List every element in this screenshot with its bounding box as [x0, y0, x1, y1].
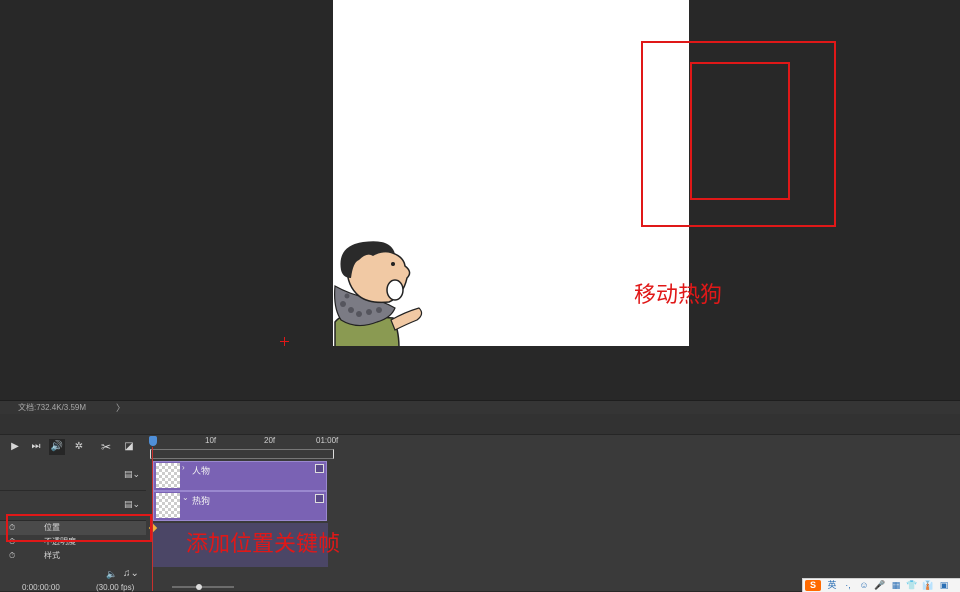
cartoon-character-image [334, 241, 423, 346]
crosshair-cursor-icon [280, 337, 289, 346]
clip-label-person: 人物 [192, 466, 211, 476]
clip-end-handle[interactable] [315, 494, 324, 503]
annotation-box-hotdog-target [690, 62, 790, 200]
ruler-tick-label: 20f [264, 436, 276, 445]
clip-person[interactable]: › 人物 [153, 461, 327, 491]
film-layer-icon[interactable]: ▤⌄ [124, 499, 140, 510]
play-icon[interactable]: ▶ [7, 439, 23, 455]
ime-menu-button[interactable]: ▣ [937, 580, 951, 591]
transition-icon[interactable]: ◪ [121, 439, 137, 455]
ruler-tick-label: 01:00f [316, 436, 339, 445]
chevron-right-icon[interactable]: › [182, 463, 185, 472]
ime-tools-button[interactable]: 👔 [921, 580, 935, 591]
ime-punct-button[interactable]: ·, [841, 580, 855, 591]
clip-end-handle[interactable] [315, 464, 324, 473]
ime-voice-button[interactable]: 🎤 [873, 580, 887, 591]
clip-hotdog[interactable]: ⌄ 热狗 [153, 491, 327, 521]
property-label: 样式 [44, 551, 60, 560]
playhead-handle[interactable] [149, 436, 157, 446]
timeline-controls: ▶ ⏭ 🔊 ✲ ✂ ◪ [0, 435, 146, 459]
layer-thumbnail [156, 463, 180, 488]
annotation-add-keyframe: 添加位置关键帧 [186, 532, 341, 557]
film-layer-icon[interactable]: ▤⌄ [124, 469, 140, 480]
sogou-logo-icon[interactable]: S [805, 580, 821, 591]
audio-mute-icon[interactable]: 🔊 [49, 439, 65, 455]
scissors-icon[interactable]: ✂ [98, 439, 114, 455]
clip-label-hotdog: 热狗 [192, 496, 211, 506]
status-bar: 文档:732.4K/3.59M 〉 [0, 400, 960, 415]
property-row-style[interactable]: ⏱ 样式 [0, 549, 146, 563]
annotation-move-hotdog: 移动热狗 [634, 283, 723, 308]
zoom-slider[interactable] [172, 586, 234, 588]
timeline-panel: ▶ ⏭ 🔊 ✲ ✂ ◪ 10f 20f 01:00f ▤⌄ › 人物 ▤⌄ ⌄ … [0, 414, 960, 592]
work-area-bar[interactable] [150, 449, 334, 459]
stopwatch-icon[interactable]: ⏱ [9, 549, 15, 563]
ime-lang-button[interactable]: 英 [825, 580, 839, 591]
audio-track-row: 🔈 ♫⌄ [0, 566, 146, 584]
ime-keyboard-button[interactable]: ▦ [889, 580, 903, 591]
status-menu-arrow-icon[interactable]: 〉 [116, 401, 125, 415]
document-size-info: 文档:732.4K/3.59M [18, 403, 87, 412]
music-note-icon[interactable]: ♫⌄ [123, 568, 139, 579]
ruler-tick-label: 10f [205, 436, 217, 445]
ime-emoji-button[interactable]: ☺ [857, 580, 871, 591]
zoom-slider-knob[interactable] [196, 584, 202, 590]
ime-skin-button[interactable]: 👕 [905, 580, 919, 591]
layer-thumbnail [156, 493, 180, 518]
gear-icon[interactable]: ✲ [71, 439, 87, 455]
speaker-icon[interactable]: 🔈 [106, 569, 117, 580]
timeline-header [0, 414, 960, 435]
layer-row-person[interactable]: ▤⌄ [0, 461, 146, 491]
annotation-box-position [6, 514, 152, 542]
step-forward-icon[interactable]: ⏭ [28, 439, 44, 455]
playhead-line [152, 447, 153, 591]
chevron-down-icon[interactable]: ⌄ [182, 493, 189, 502]
ime-toolbar: S 英 ·, ☺ 🎤 ▦ 👕 👔 ▣ [802, 578, 960, 592]
